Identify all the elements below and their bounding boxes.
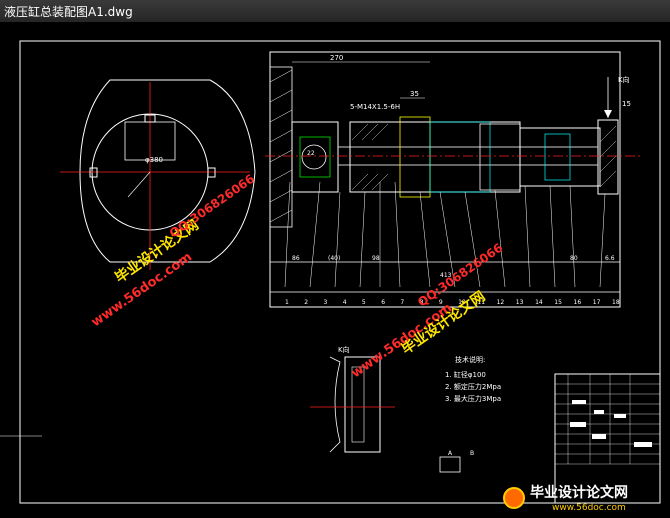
- title-bar: 液压缸总装配图A1.dwg: [0, 0, 670, 23]
- part-number: 14: [535, 299, 543, 306]
- dim-270: 270: [330, 54, 343, 62]
- notes-item-3: 3. 最大压力3Mpa: [445, 394, 501, 403]
- watermark-upper: www.56doc.com 毕业设计论文网 QQ:306826066: [89, 172, 257, 331]
- dim-phi380: φ380: [145, 156, 163, 164]
- section-view: 22 270 35 5-M14X1.5-6H K向 15 86 (40) 98 …: [265, 51, 640, 308]
- watermark-lower: www.56doc.com 毕业设计论文网 QQ:306826066: [349, 241, 506, 382]
- dim-98: 98: [372, 255, 380, 262]
- part-number: 4: [343, 299, 347, 306]
- notes-item-1: 1. 缸径φ100: [445, 370, 486, 379]
- part-number: 3: [324, 299, 328, 306]
- drawing-canvas[interactable]: φ380 22 270 35 5-M14X1.5-6H K向 15 86 (40…: [0, 22, 670, 514]
- part-number: 17: [593, 299, 601, 306]
- notes-item-2: 2. 额定压力2Mpa: [445, 382, 501, 391]
- footer-url: www.56doc.com: [552, 503, 626, 513]
- k-view-label: K向: [338, 345, 350, 354]
- part-number: 5: [362, 299, 366, 306]
- tech-notes: 技术说明: 1. 缸径φ100 2. 额定压力2Mpa 3. 最大压力3Mpa: [445, 355, 501, 403]
- wm-url-2: www.56doc.com: [349, 301, 455, 382]
- part-number: 13: [516, 299, 524, 306]
- dim-66: 6.6: [605, 255, 615, 262]
- dim-thread: 5-M14X1.5-6H: [350, 103, 400, 111]
- part-number: 12: [497, 299, 505, 306]
- ab-box: A B: [439, 450, 474, 473]
- dim-15: 15: [622, 100, 631, 108]
- dim-40: (40): [328, 255, 340, 262]
- dim-35: 35: [410, 90, 419, 98]
- footer-cn: 毕业设计论文网: [530, 484, 628, 501]
- part-number: 1: [285, 299, 289, 306]
- label-a: A: [448, 450, 453, 457]
- part-number: 2: [304, 299, 308, 306]
- part-number-row: 1 2 3 4 5 6 7 8 9 10 11 12 13 14 15 16 17 18: [285, 299, 620, 306]
- window-title: 液压缸总装配图A1.dwg: [4, 5, 133, 19]
- footer-logo: 毕业设计论文网 www.56doc.com: [503, 484, 628, 513]
- part-number: 16: [574, 299, 582, 306]
- part-number: 15: [554, 299, 562, 306]
- label-b: B: [470, 450, 474, 457]
- dim-kdir: K向: [618, 75, 630, 84]
- dim-86: 86: [292, 255, 300, 262]
- wm-qq-1: QQ:306826066: [167, 172, 257, 241]
- part-number: 7: [400, 299, 404, 306]
- wm-site-2: 毕业设计论文网: [398, 288, 488, 358]
- part-number: 18: [612, 299, 620, 306]
- part-number: 6: [381, 299, 385, 306]
- notes-title: 技术说明:: [455, 355, 485, 364]
